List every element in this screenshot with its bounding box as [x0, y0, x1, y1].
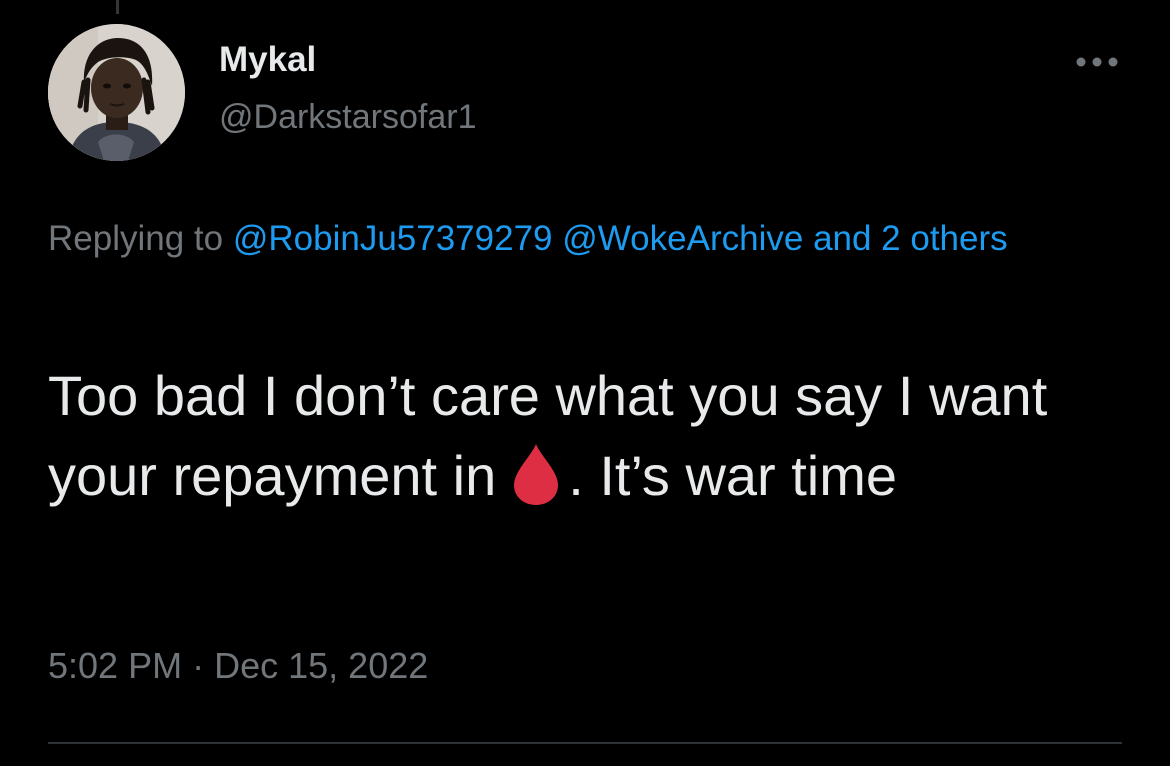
author-name[interactable]: Mykal [219, 40, 316, 80]
mention-link[interactable]: @WokeArchive [562, 219, 803, 258]
author-handle[interactable]: @Darkstarsofar1 [219, 98, 476, 137]
more-options-button[interactable] [1070, 44, 1124, 80]
drop-of-blood-icon [514, 444, 559, 505]
thread-connector-line [116, 0, 119, 14]
more-dots-icon [1076, 57, 1118, 67]
tweet-timestamp[interactable]: 5:02 PM · Dec 15, 2022 [48, 645, 428, 687]
tweet-time: 5:02 PM [48, 645, 183, 686]
tweet-date: Dec 15, 2022 [214, 645, 429, 686]
replying-to-line: Replying to @RobinJu57379279 @WokeArchiv… [48, 210, 1108, 268]
mention-link[interactable]: @RobinJu57379279 [233, 219, 553, 258]
avatar-photo [48, 24, 185, 161]
replying-to-prefix: Replying to [48, 219, 224, 258]
avatar[interactable] [48, 24, 185, 161]
tweet-text: Too bad I don’t care what you say I want… [48, 356, 1138, 516]
timestamp-separator: · [192, 645, 205, 686]
tweet-text-part: . It’s war time [568, 444, 898, 507]
others-link[interactable]: and 2 others [813, 219, 1008, 258]
divider [48, 742, 1122, 744]
